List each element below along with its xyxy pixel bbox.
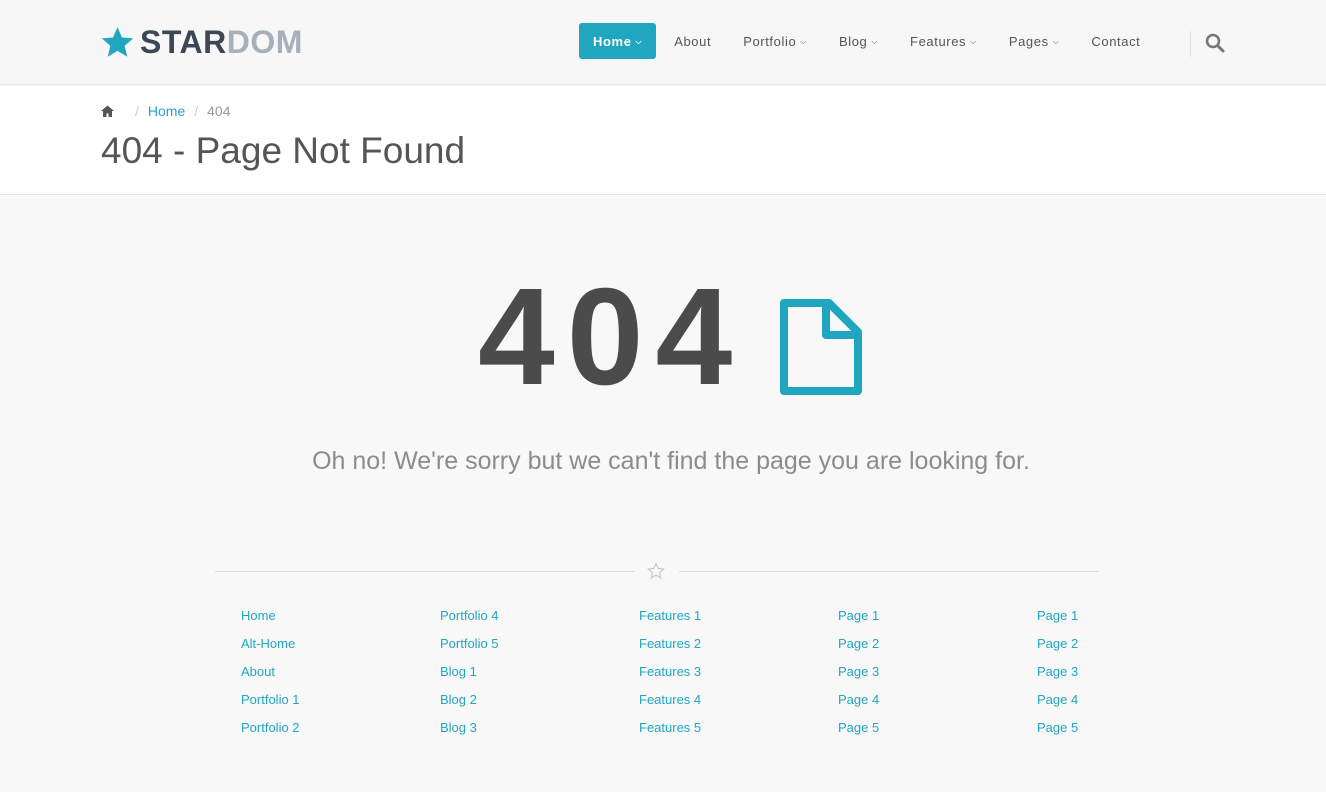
sitemap-link[interactable]: Home: [241, 607, 421, 635]
sitemap-link[interactable]: Page 5: [838, 719, 1018, 747]
nav-item-pages[interactable]: Pages ⌵: [1009, 23, 1060, 59]
error-message: Oh no! We're sorry but we can't find the…: [312, 447, 1030, 475]
sitemap-link[interactable]: Features 4: [639, 691, 819, 719]
section-divider: [215, 561, 1099, 581]
logo-text-secondary: DOM: [226, 23, 303, 60]
sitemap-link[interactable]: Features 1: [639, 607, 819, 635]
chevron-down-icon: ⌵: [635, 37, 643, 46]
logo[interactable]: STAR DOM: [100, 22, 303, 62]
divider-line: [215, 571, 635, 572]
breadcrumb-separator: /: [194, 103, 199, 119]
sitemap-link[interactable]: Alt-Home: [241, 635, 421, 663]
sitemap-link[interactable]: Page 2: [1037, 635, 1217, 663]
star-outline-icon: [647, 562, 665, 580]
sitemap-link[interactable]: Features 5: [639, 719, 819, 747]
breadcrumb-current: 404: [207, 103, 231, 119]
nav-item-label: Blog: [838, 33, 868, 49]
error-code: 404: [478, 260, 745, 414]
chevron-down-icon: ⌵: [1052, 37, 1060, 46]
sitemap-link[interactable]: Portfolio 2: [241, 719, 421, 747]
sitemap-link[interactable]: Page 3: [838, 663, 1018, 691]
nav-item-label: Features: [910, 33, 967, 49]
sitemap-link[interactable]: Portfolio 1: [241, 691, 421, 719]
nav-item-label: Portfolio: [743, 33, 797, 49]
nav-item-home[interactable]: Home ⌵: [579, 23, 657, 59]
star-icon: [101, 26, 134, 57]
sitemap-link[interactable]: Page 3: [1037, 663, 1217, 691]
sitemap-link[interactable]: Portfolio 4: [440, 607, 620, 635]
nav-item-label: About: [674, 33, 712, 49]
nav-item-label: Contact: [1091, 33, 1141, 49]
breadcrumb-home-link[interactable]: Home: [148, 103, 185, 119]
nav-item-label: Home: [593, 33, 632, 49]
sitemap-column: Page 1 Page 2 Page 3 Page 4 Page 5: [1037, 607, 1217, 747]
home-icon[interactable]: [101, 105, 114, 117]
nav-item-contact[interactable]: Contact: [1091, 23, 1140, 59]
sitemap-link[interactable]: Page 2: [838, 635, 1018, 663]
sitemap-link[interactable]: Page 1: [1037, 607, 1217, 635]
divider-line: [679, 571, 1099, 572]
nav-item-label: Pages: [1008, 33, 1049, 49]
chevron-down-icon: ⌵: [970, 37, 977, 46]
sitemap-column: Features 1 Features 2 Features 3 Feature…: [639, 607, 819, 747]
sitemap-link[interactable]: Page 4: [1037, 691, 1217, 719]
search-icon[interactable]: [1204, 32, 1226, 54]
nav-divider: [1190, 31, 1191, 57]
nav-item-portfolio[interactable]: Portfolio ⌵: [743, 23, 807, 59]
sitemap-link[interactable]: Page 1: [838, 607, 1018, 635]
sitemap-link[interactable]: Blog 3: [440, 719, 620, 747]
chevron-down-icon: ⌵: [800, 37, 807, 46]
main-nav: Home ⌵ About Portfolio ⌵ Blog ⌵ Features ⌵ P…: [579, 23, 1140, 59]
sitemap-link[interactable]: Blog 1: [440, 663, 620, 691]
chevron-down-icon: ⌵: [871, 37, 879, 46]
sitemap-link[interactable]: Features 3: [639, 663, 819, 691]
breadcrumb: / Home / 404: [101, 103, 231, 119]
page-header: / Home / 404 404 - Page Not Found: [0, 86, 1326, 195]
breadcrumb-separator: /: [135, 103, 139, 119]
sitemap-link[interactable]: Blog 2: [440, 691, 620, 719]
sitemap-link[interactable]: About: [241, 663, 421, 691]
nav-item-features[interactable]: Features ⌵: [910, 23, 977, 59]
sitemap: Home Alt-Home About Portfolio 1 Portfoli…: [241, 607, 1141, 757]
logo-text-primary: STAR: [140, 23, 227, 60]
sitemap-link[interactable]: Portfolio 5: [440, 635, 620, 663]
sitemap-column: Portfolio 4 Portfolio 5 Blog 1 Blog 2 Bl…: [440, 607, 620, 747]
sitemap-column: Home Alt-Home About Portfolio 1 Portfoli…: [241, 607, 421, 747]
sitemap-link[interactable]: Page 4: [838, 691, 1018, 719]
page-title: 404 - Page Not Found: [101, 130, 466, 171]
header: STAR DOM Home ⌵ About Portfolio ⌵ Blog ⌵ Fe…: [0, 0, 1326, 85]
nav-item-blog[interactable]: Blog ⌵: [839, 23, 878, 59]
sitemap-column: Page 1 Page 2 Page 3 Page 4 Page 5: [838, 607, 1018, 747]
sitemap-link[interactable]: Page 5: [1037, 719, 1217, 747]
nav-item-about[interactable]: About: [674, 23, 711, 59]
file-icon: [780, 299, 862, 395]
sitemap-link[interactable]: Features 2: [639, 635, 819, 663]
